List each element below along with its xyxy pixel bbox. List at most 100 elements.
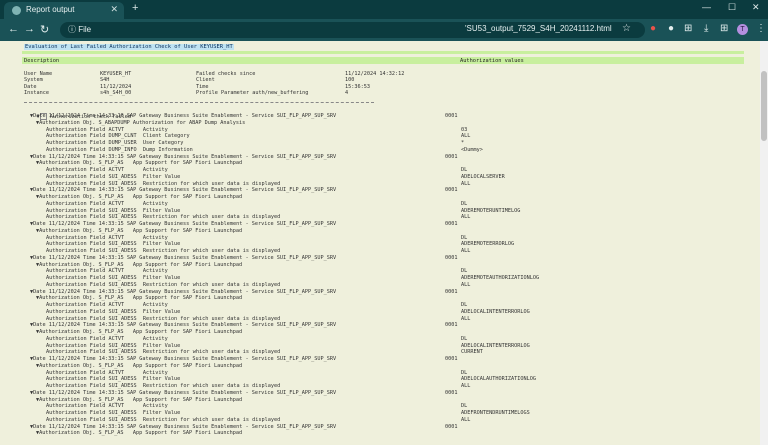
report-title: Evaluation of Last Failed Authorization … [24,44,234,50]
tab-strip: Report output ✕ + — ☐ ✕ [0,0,768,19]
column-description: Description [24,58,60,64]
globe-icon [12,6,21,15]
extension-icon-2[interactable]: ● [668,23,674,34]
auth-object-node[interactable]: ▼Authorization Obj. S_FLP_AS App Support… [36,228,242,234]
auth-value: ALL [461,416,471,423]
extension-icon[interactable]: ● [650,23,656,34]
info-cell: Time [196,83,209,90]
auth-value: ADEREMOTERUNTIMELOG [461,207,521,214]
file-scheme-label: ⓘ File [68,25,92,34]
auth-field-row: Authorization Field SUI_ADESS Restrictio… [46,248,281,254]
auth-value: ALL [461,248,471,254]
auth-field-row: Authorization Field SUI_ADESS Filter Val… [46,342,181,349]
info-cell: 100 [345,77,355,84]
auth-field-row: Authorization Field SUI_ADESS Restrictio… [46,315,281,322]
auth-field-row: Authorization Field ACTVT Activity [46,403,168,410]
check-date-node[interactable]: ▼Date 11/12/2024 Time 14:33:15 SAP Gatew… [30,424,336,430]
check-date-node[interactable]: ▼Date 11/12/2024 Time 14:33:15 SAP Gatew… [30,289,336,295]
auth-value: ADEFRONTENDRUNTIMELOGS [461,410,530,416]
auth-object-node[interactable]: ▼Authorization Obj. S_ABAPDUMP Authoriza… [36,120,245,126]
auth-value: DL [461,268,468,275]
new-tab-button[interactable]: + [132,2,138,14]
auth-value: 0001 [445,153,458,160]
auth-value: ADELOCALINTENTERRORLOG [461,342,530,349]
auth-field-row: Authorization Field SUI_ADESS Filter Val… [46,207,181,214]
info-cell: Instance [24,89,49,96]
auth-field-row: Authorization Field SUI_ADESS Restrictio… [46,416,281,423]
auth-object-node[interactable]: ▼Authorization Obj. S_FLP_AS App Support… [36,329,242,335]
info-cell: Client [196,77,215,84]
info-cell: Profile Parameter auth/new_buffering [196,89,309,96]
title-bar-accent [22,51,744,54]
auth-field-row: Authorization Field SUI_ADESS Filter Val… [46,241,181,248]
auth-object-node[interactable]: ▼Authorization Obj. S_FLP_AS App Support… [36,262,242,268]
auth-value: DL [461,302,468,308]
auth-value: * [461,140,465,146]
menu-icon[interactable]: ⋮ [756,23,766,34]
auth-object-node[interactable]: ▼Authorization Obj. S_FLP_AS App Support… [36,160,242,166]
auth-field-row: Authorization Field SUI_ADESS Filter Val… [46,308,181,315]
check-date-node[interactable]: ▼Date 11/12/2024 Time 14:33:15 SAP Gatew… [30,322,336,328]
auth-object-node[interactable]: ▼Authorization Obj. S_FLP_AS App Support… [36,397,242,403]
check-date-node[interactable]: ▼Date 11/12/2024 Time 14:33:15 SAP Gatew… [30,356,336,362]
auth-object-node[interactable]: ▼Authorization Obj. S_FLP_AS App Support… [36,295,242,301]
auth-field-row: Authorization Field ACTVT Activity [46,200,168,207]
auth-value: DL [461,335,468,342]
auth-object-node[interactable]: ▼Authorization Obj. S_FLP_AS App Support… [36,194,242,200]
check-date-node[interactable]: ▼Date 11/12/2024 Time 14:33:15 SAP Gatew… [30,221,336,227]
auth-value: ADELOCALSERVER [461,173,505,180]
address-bar[interactable]: ⓘ File 'SU53_output_7529_S4H_20241112.ht… [60,22,645,38]
puzzle-icon[interactable]: ⊞ [684,23,692,34]
profile-avatar[interactable]: T [737,24,748,35]
maximize-icon[interactable]: ☐ [728,2,736,13]
check-date-node[interactable]: ▼Date 11/12/2024 Time 14:33:15 SAP Gatew… [30,390,336,396]
auth-value: 0001 [445,254,458,261]
info-cell: System [24,77,43,84]
auth-field-row: Authorization Field SUI_ADESS Restrictio… [46,214,281,221]
close-window-icon[interactable]: ✕ [752,2,760,13]
minimize-icon[interactable]: — [702,2,711,12]
info-cell: 15:36:53 [345,83,370,90]
auth-value: ADELOCALAUTHORIZATIONLOG [461,376,536,383]
auth-value: <Dummy> [461,146,483,153]
report-page: Evaluation of Last Failed Authorization … [0,41,760,445]
auth-field-row: Authorization Field ACTVT Activity [46,126,168,133]
auth-field-row: Authorization Field DUMP_CLNT Client Cat… [46,133,190,140]
check-date-node[interactable]: ▼Date 11/12/2024 Time 14:33:15 SAP Gatew… [30,154,336,160]
info-cell: 11/12/2024 14:32:12 [345,71,405,77]
url-text[interactable]: 'SU53_output_7529_S4H_20241112.html [465,24,612,33]
close-tab-icon[interactable]: ✕ [110,4,118,15]
bookmark-star-icon[interactable]: ☆ [622,23,631,34]
auth-value: DL [461,403,468,410]
auth-value: 0001 [445,389,458,396]
check-date-node[interactable]: ▼Date 11/12/2024 Time 14:33:15 SAP Gatew… [30,187,336,193]
auth-value: 0001 [445,423,458,430]
reload-icon[interactable]: ↻ [40,23,49,36]
auth-field-row: Authorization Field SUI_ADESS Filter Val… [46,275,181,281]
tab-search-icon[interactable]: ⊞ [720,23,728,34]
info-cell: s4h_S4H_00 [100,89,132,96]
auth-field-row: Authorization Field ACTVT Activity [46,369,168,376]
auth-field-row: Authorization Field ACTVT Activity [46,335,168,342]
check-date-node[interactable]: ▼Date 11/12/2024 Time 14:33:16 SAP Gatew… [30,113,336,119]
tab-title: Report output [26,5,75,14]
auth-value: ALL [461,214,471,221]
forward-icon[interactable]: → [24,23,35,35]
auth-value: ADELOCALINTENTERRORLOG [461,308,530,315]
auth-field-row: Authorization Field SUI_ADESS Filter Val… [46,173,181,180]
auth-field-row: Authorization Field SUI_ADESS Restrictio… [46,383,281,389]
vertical-scrollbar[interactable] [760,41,768,445]
auth-value: ALL [461,180,471,187]
auth-object-node[interactable]: ▼Authorization Obj. S_FLP_AS App Support… [36,430,242,436]
info-cell: 11/12/2024 [100,83,132,90]
scrollbar-thumb[interactable] [761,71,767,141]
tab-report-output[interactable]: Report output ✕ [4,2,124,19]
auth-object-node[interactable]: ▼Authorization Obj. S_FLP_AS App Support… [36,363,242,369]
back-icon[interactable]: ← [8,23,19,35]
auth-field-row: Authorization Field ACTVT Activity [46,234,168,241]
info-cell: S4H [100,77,110,84]
check-date-node[interactable]: ▼Date 11/12/2024 Time 14:33:15 SAP Gatew… [30,255,336,261]
download-icon[interactable]: ⤓ [704,23,708,34]
auth-field-row: Authorization Field SUI_ADESS Restrictio… [46,180,281,187]
auth-value: 0001 [445,187,458,194]
